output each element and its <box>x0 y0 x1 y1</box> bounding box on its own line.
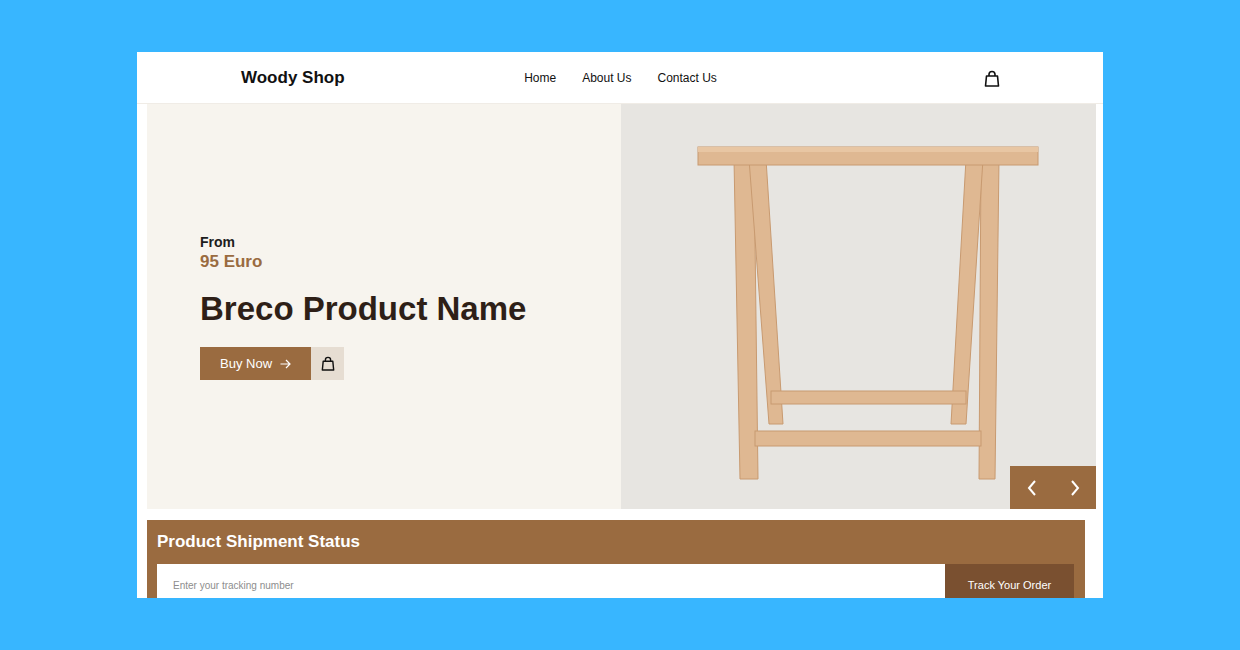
cart-icon[interactable] <box>984 66 1000 90</box>
nav-link[interactable]: About Us <box>569 65 644 91</box>
next-slide-button[interactable] <box>1053 466 1096 509</box>
shipment-title: Product Shipment Status <box>157 532 1074 552</box>
price: 95 Euro <box>200 251 621 273</box>
arrow-right-icon <box>280 359 291 369</box>
buy-now-button[interactable]: Buy Now <box>200 347 311 380</box>
hero-slider: From 95 Euro Breco Product Name Buy Now <box>147 104 1096 509</box>
shipment-status-panel: Product Shipment Status Track Your Order <box>147 520 1085 598</box>
hero-text: From 95 Euro Breco Product Name Buy Now <box>147 104 621 509</box>
cart-icon <box>321 356 335 371</box>
product-photo <box>621 104 1096 509</box>
nav-menu: HomeAbout UsContact Us <box>511 65 730 91</box>
brand-logo[interactable]: Woody Shop <box>241 68 345 87</box>
top-navbar: Woody Shop HomeAbout UsContact Us <box>137 52 1103 104</box>
nav-link[interactable]: Contact Us <box>645 65 730 91</box>
previous-slide-button[interactable] <box>1010 466 1053 509</box>
track-order-button[interactable]: Track Your Order <box>945 564 1074 598</box>
nav-link[interactable]: Home <box>511 65 569 91</box>
product-title: Breco Product Name <box>200 291 621 327</box>
slider-controls <box>1010 466 1096 509</box>
add-to-cart-button[interactable] <box>311 347 344 380</box>
chevron-left-icon <box>1026 479 1038 497</box>
tracking-input[interactable] <box>157 564 945 598</box>
from-label: From <box>200 233 621 251</box>
chevron-right-icon <box>1069 479 1081 497</box>
